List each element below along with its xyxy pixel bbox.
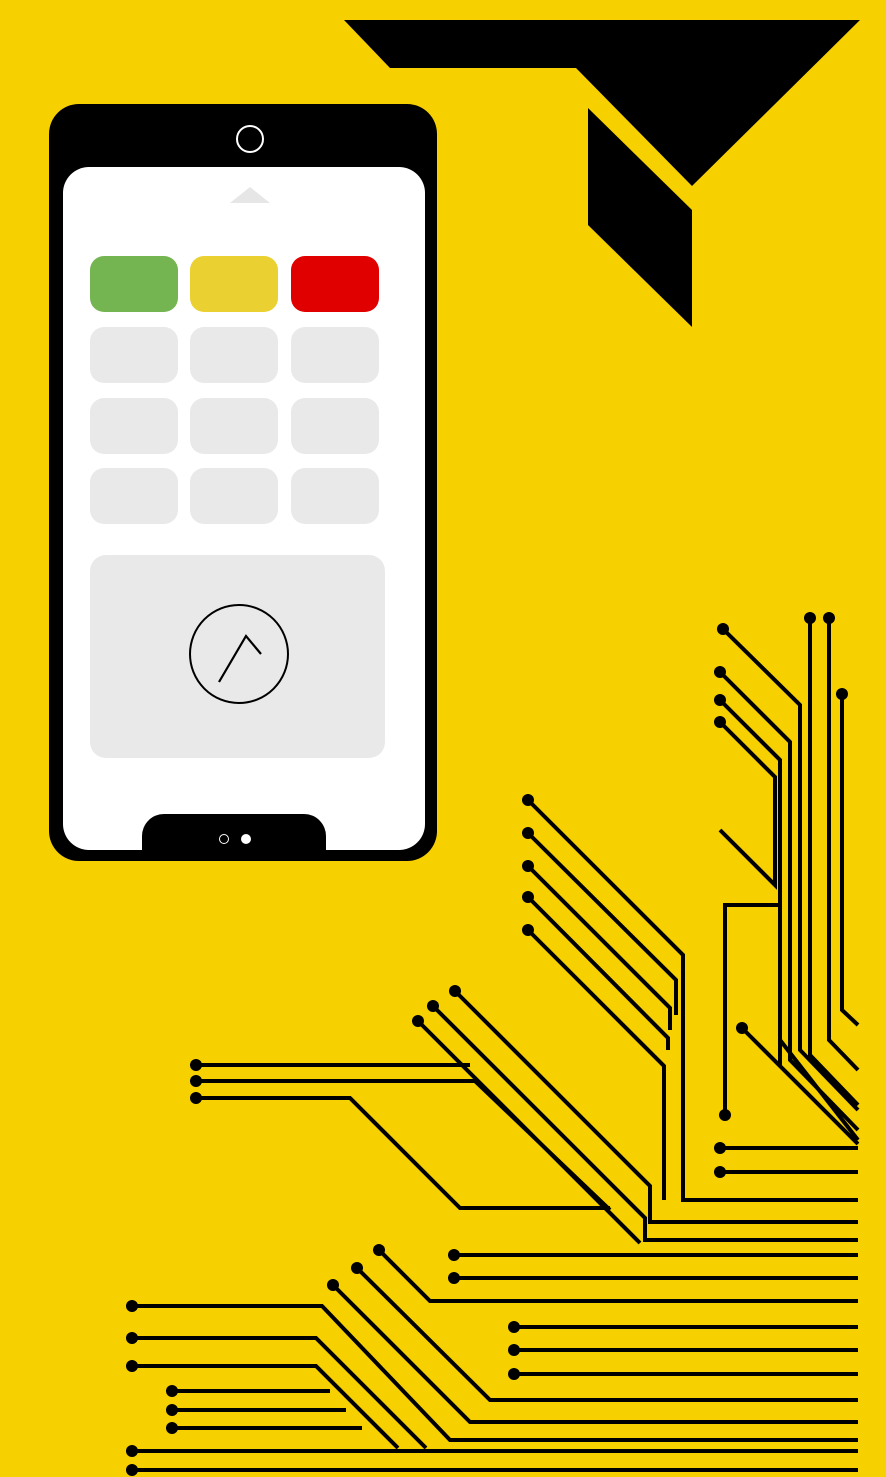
poster-scene: [0, 0, 886, 1477]
circuit-node: [522, 827, 534, 839]
circuit-node: [717, 623, 729, 635]
circuit-node: [714, 666, 726, 678]
circuit-node: [522, 924, 534, 936]
circuit-node: [714, 1166, 726, 1178]
circuit-node: [166, 1404, 178, 1416]
circuit-node: [508, 1344, 520, 1356]
circuit-node: [508, 1368, 520, 1380]
circuit-node: [522, 860, 534, 872]
circuit-node: [719, 1109, 731, 1121]
circuit-node: [166, 1385, 178, 1397]
circuit-node: [412, 1015, 424, 1027]
circuit-node: [427, 1000, 439, 1012]
circuit-trace: [431, 1004, 858, 1242]
circuit-node: [166, 1422, 178, 1434]
circuit-node: [804, 612, 816, 624]
circuit-node: [126, 1445, 138, 1457]
circuit-node: [190, 1092, 202, 1104]
circuit-trace: [355, 1266, 858, 1402]
circuit-node: [736, 1022, 748, 1034]
circuit-node: [126, 1464, 138, 1476]
circuit-trace: [840, 694, 860, 1027]
circuit-node: [522, 891, 534, 903]
circuit-node: [508, 1321, 520, 1333]
circuit-trace: [196, 1079, 612, 1212]
circuit-trace: [526, 864, 672, 1030]
circuit-node: [351, 1262, 363, 1274]
circuit-node: [714, 694, 726, 706]
circuit-node: [126, 1360, 138, 1372]
circuit-node: [714, 1142, 726, 1154]
circuit-node: [714, 716, 726, 728]
circuit-node: [836, 688, 848, 700]
circuit-node: [448, 1249, 460, 1261]
circuit-trace: [526, 928, 666, 1200]
circuit-trace: [808, 618, 860, 1107]
circuit-node: [190, 1075, 202, 1087]
circuit-node: [373, 1244, 385, 1256]
circuit-node: [327, 1279, 339, 1291]
circuit-node: [449, 985, 461, 997]
circuit-node: [823, 612, 835, 624]
circuit-node: [190, 1059, 202, 1071]
circuit-node: [126, 1332, 138, 1344]
circuit-node: [126, 1300, 138, 1312]
circuit-node: [448, 1272, 460, 1284]
circuit-traces-icon: [126, 612, 860, 1476]
circuit-node: [522, 794, 534, 806]
